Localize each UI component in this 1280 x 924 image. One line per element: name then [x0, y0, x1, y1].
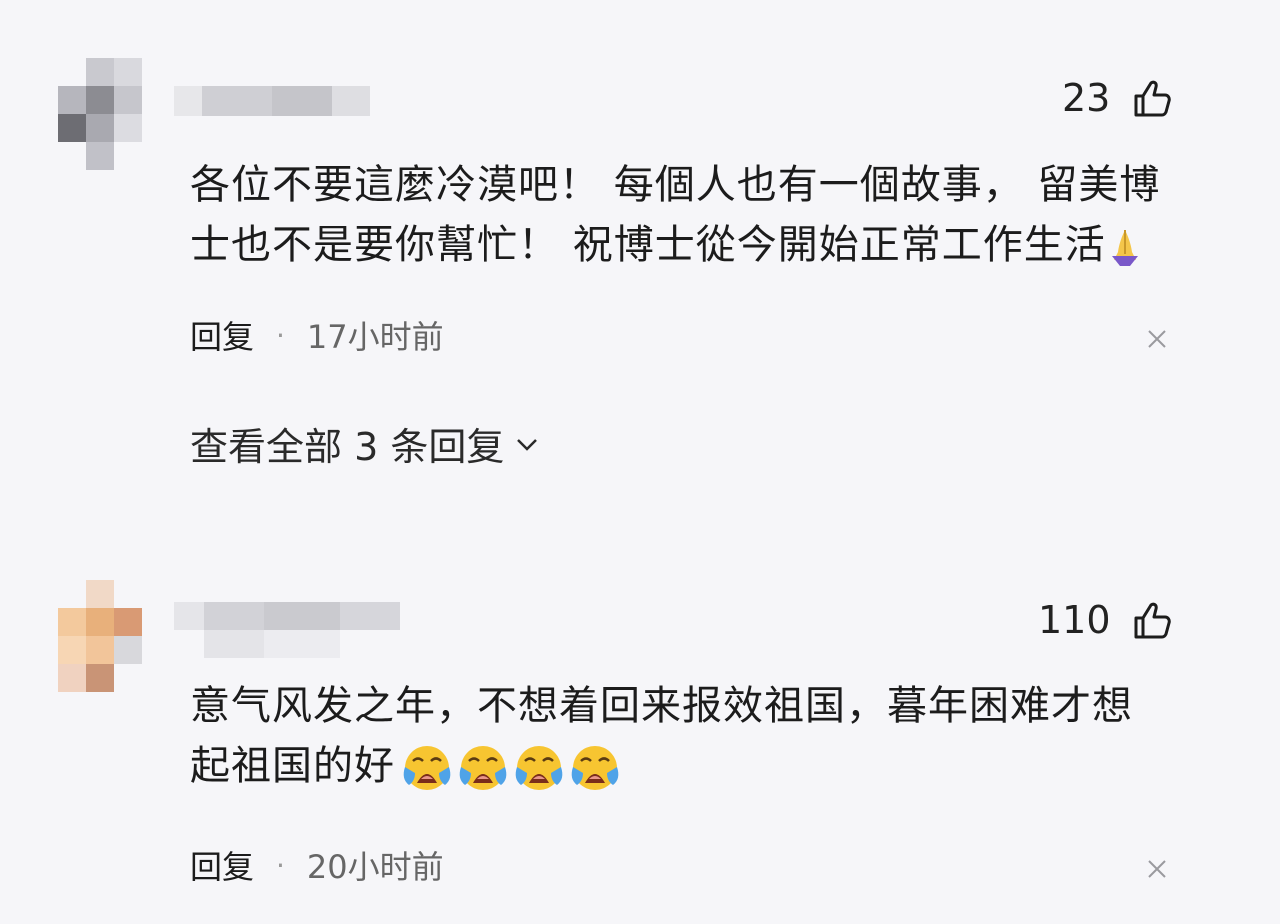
- loudly-crying-face-icon: [459, 746, 507, 790]
- chevron-down-icon: [517, 438, 538, 451]
- avatar[interactable]: [58, 580, 142, 692]
- thumbs-up-icon[interactable]: [1132, 600, 1172, 640]
- thumbs-up-icon[interactable]: [1132, 78, 1172, 118]
- close-icon[interactable]: [1146, 858, 1168, 880]
- loudly-crying-face-icon: [571, 746, 619, 790]
- comment-text: 各位不要這麼冷漠吧！ 每個人也有一個故事， 留美博 士也不是要你幫忙！ 祝博士從…: [190, 155, 1200, 275]
- comment-text-segment: 起祖国的好: [190, 743, 395, 789]
- comment-text-segment: 士也不是要你幫忙！ 祝博士從今開始正常工作生活: [190, 222, 1106, 268]
- comment-text-line: 意气风发之年，不想着回来报效祖国，暮年困难才想: [190, 683, 1133, 729]
- username[interactable]: [174, 86, 370, 116]
- view-replies-label: 查看全部 3 条回复: [190, 425, 505, 469]
- reply-button[interactable]: 回复: [190, 312, 254, 358]
- comment-text: 意气风发之年，不想着回来报效祖国，暮年困难才想 起祖国的好: [190, 676, 1200, 796]
- comment-text-line: 起祖国的好: [190, 736, 1200, 796]
- username-blur-row: [174, 630, 400, 658]
- emoji-group: [395, 743, 623, 790]
- comment-feed: 23 各位不要這麼冷漠吧！ 每個人也有一個故事， 留美博 士也不是要你幫忙！ 祝…: [0, 0, 1280, 924]
- like-count: 23: [1062, 76, 1111, 120]
- comment-meta: 回复 · 17小时前: [190, 312, 444, 358]
- close-icon[interactable]: [1146, 328, 1168, 350]
- timestamp: 17小时前: [306, 318, 444, 356]
- folded-hands-icon: [1111, 230, 1138, 266]
- comment-text-line: 各位不要這麼冷漠吧！ 每個人也有一個故事， 留美博: [190, 162, 1161, 208]
- timestamp: 20小时前: [306, 848, 444, 886]
- avatar[interactable]: [58, 58, 142, 170]
- username[interactable]: [174, 602, 400, 630]
- reply-button[interactable]: 回复: [190, 842, 254, 888]
- view-replies-button[interactable]: 查看全部 3 条回复: [190, 416, 540, 471]
- comment-meta: 回复 · 20小时前: [190, 842, 444, 888]
- separator-dot: ·: [276, 318, 285, 352]
- like-count: 110: [1038, 598, 1111, 642]
- separator-dot: ·: [276, 848, 285, 882]
- comment-text-line: 士也不是要你幫忙！ 祝博士從今開始正常工作生活: [190, 215, 1200, 275]
- loudly-crying-face-icon: [515, 746, 563, 790]
- loudly-crying-face-icon: [403, 746, 451, 790]
